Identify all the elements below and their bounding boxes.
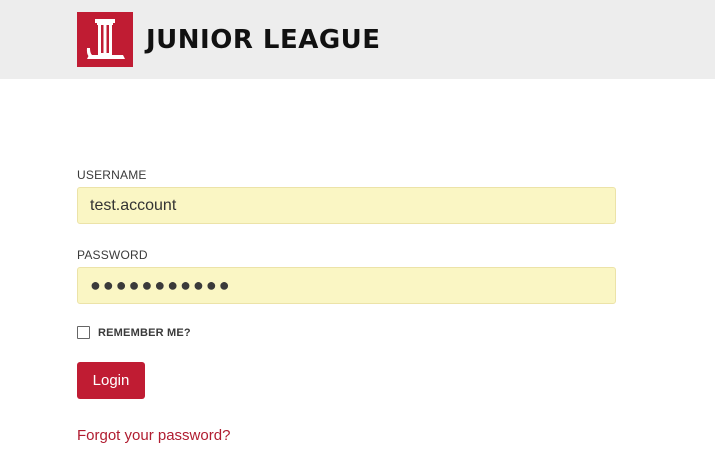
login-button[interactable]: Login xyxy=(77,362,145,399)
brand-name: JUNIOR LEAGUE xyxy=(146,25,381,55)
remember-me-checkbox[interactable] xyxy=(77,326,90,339)
password-input[interactable]: ●●●●●●●●●●● xyxy=(77,267,616,304)
remember-me-label: REMEMBER ME? xyxy=(98,326,191,339)
junior-league-logo-icon[interactable] xyxy=(77,12,133,67)
site-header: JUNIOR LEAGUE xyxy=(0,0,715,79)
username-label: USERNAME xyxy=(77,168,147,182)
password-label: PASSWORD xyxy=(77,248,148,262)
username-input[interactable] xyxy=(77,187,616,224)
remember-me-row[interactable]: REMEMBER ME? xyxy=(77,326,191,339)
forgot-password-link[interactable]: Forgot your password? xyxy=(77,427,230,444)
